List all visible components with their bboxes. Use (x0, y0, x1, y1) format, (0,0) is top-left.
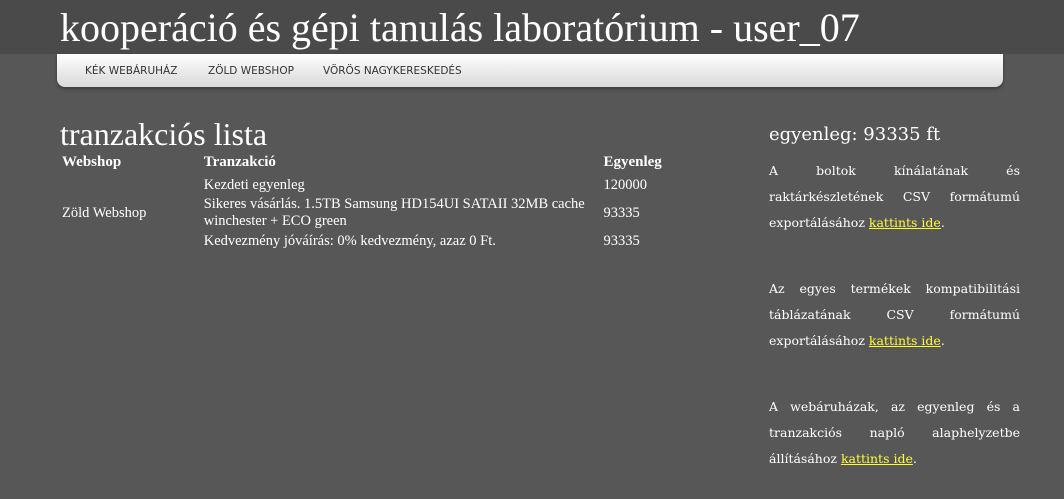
column-header-balance: Egyenleg (603, 153, 662, 170)
cell-webshop (60, 231, 202, 251)
paragraph-end: . (940, 333, 945, 348)
transaction-table: Webshop Tranzakció Egyenleg Kezdeti egye… (60, 153, 680, 251)
export-compatibility-paragraph: Az egyes termékek kompatibilitási tábláz… (769, 276, 1020, 354)
table-row: Kedvezmény jóváírás: 0% kedvezmény, azaz… (60, 231, 680, 251)
top-bar: kooperáció és gépi tanulás laboratórium … (0, 0, 1064, 54)
nav-item-voros-nagykereskedes[interactable]: VÖRÖS NAGYKERESKEDÉS (323, 54, 462, 87)
nav-item-zold-webshop[interactable]: ZÖLD WEBSHOP (208, 54, 294, 87)
cell-balance: 93335 (603, 204, 640, 221)
cell-transaction: Kedvezmény jóváírás: 0% kedvezmény, azaz… (203, 232, 496, 249)
export-stock-link[interactable]: kattints ide (869, 215, 941, 230)
export-stock-paragraph: A boltok kínálatának és raktárkészleténe… (769, 158, 1020, 236)
nav-item-kek-webaruhaz[interactable]: KÉK WEBÁRUHÁZ (85, 54, 177, 87)
paragraph-end: . (940, 215, 945, 230)
cell-webshop: Zöld Webshop (62, 204, 147, 221)
sidebar: egyenleg: 93335 ft A boltok kínálatának … (769, 122, 1020, 466)
cell-transaction: Kezdeti egyenleg (203, 176, 305, 193)
table-row: Kezdeti egyenleg 120000 (60, 175, 680, 195)
cell-balance: 93335 (603, 232, 640, 249)
balance-display: egyenleg: 93335 ft (769, 124, 941, 145)
reset-link[interactable]: kattints ide (841, 451, 913, 466)
reset-paragraph: A webáruházak, az egyenleg és a tranzakc… (769, 394, 1020, 472)
cell-transaction: Sikeres vásárlás. 1.5TB Samsung HD154UI … (203, 196, 585, 229)
main-nav: KÉK WEBÁRUHÁZ ZÖLD WEBSHOP VÖRÖS NAGYKER… (57, 54, 1003, 87)
column-header-transaction: Tranzakció (203, 153, 276, 170)
table-row: Zöld Webshop Sikeres vásárlás. 1.5TB Sam… (60, 195, 680, 231)
cell-webshop (60, 175, 202, 195)
paragraph-end: . (912, 451, 917, 466)
export-compatibility-link[interactable]: kattints ide (869, 333, 941, 348)
site-title: kooperáció és gépi tanulás laboratórium … (60, 5, 860, 50)
cell-balance: 120000 (603, 176, 647, 193)
page-heading: tranzakciós lista (60, 116, 268, 152)
table-header-row: Webshop Tranzakció Egyenleg (60, 153, 680, 175)
column-header-webshop: Webshop (62, 153, 122, 170)
